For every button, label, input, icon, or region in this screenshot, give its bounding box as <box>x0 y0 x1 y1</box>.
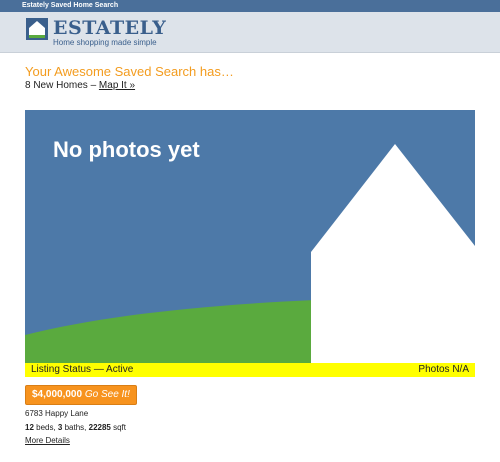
brand-header: ESTATELY Home shopping made simple <box>0 12 500 53</box>
sqft-label: sqft <box>110 423 126 432</box>
house-logo-icon <box>26 18 48 40</box>
new-homes-summary: 8 New Homes – Map It » <box>25 80 135 91</box>
baths-label: baths, <box>62 423 89 432</box>
no-photos-label: No photos yet <box>53 137 200 162</box>
go-see-it-label: Go See It! <box>84 389 130 400</box>
go-see-it-button[interactable]: $4,000,000 Go See It! <box>25 385 137 405</box>
brand-name: ESTATELY <box>53 17 167 39</box>
map-it-link[interactable]: Map It » <box>99 80 135 91</box>
more-details-link[interactable]: More Details <box>25 436 70 445</box>
photos-status: Photos N/A <box>418 364 469 375</box>
estately-logo[interactable]: ESTATELY Home shopping made simple <box>26 17 196 48</box>
sqft-count: 22285 <box>88 423 111 432</box>
email-header-bar: Estately Saved Home Search <box>0 0 500 12</box>
listing-price: $4,000,000 <box>32 389 83 400</box>
beds-count: 12 <box>25 423 34 432</box>
email-title: Estately Saved Home Search <box>22 2 119 9</box>
listing-status-bar: Listing Status — Active Photos N/A <box>25 363 475 377</box>
listing-status: Listing Status — Active <box>31 364 134 375</box>
brand-tagline: Home shopping made simple <box>53 38 157 47</box>
new-homes-count: 8 New Homes – <box>25 80 99 91</box>
beds-label: beds, <box>33 423 58 432</box>
listing-address: 6783 Happy Lane <box>25 409 89 418</box>
page-headline: Your Awesome Saved Search has… <box>25 64 234 79</box>
listing-specs: 12 beds, 3 baths, 22285 sqft <box>25 423 126 432</box>
